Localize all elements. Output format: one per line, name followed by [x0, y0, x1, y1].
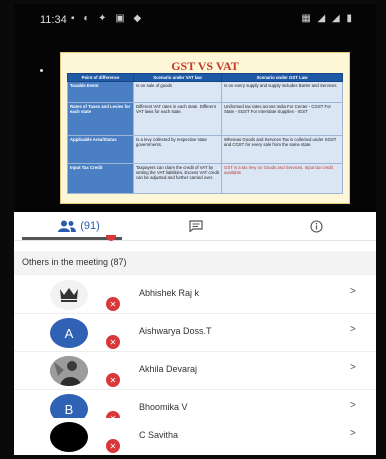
chevron-right-icon[interactable]: >: [350, 286, 356, 297]
chevron-right-icon[interactable]: >: [350, 428, 356, 439]
tab-chat[interactable]: [174, 212, 218, 240]
comparison-table: Point of difference Scenario under VAT l…: [67, 73, 343, 194]
table-cell: Is a levy collected by respective state …: [133, 135, 222, 164]
mic-off-icon: ✕: [106, 439, 120, 453]
table-cell: Applicable Area/Status: [67, 135, 134, 164]
table-cell: Is on sale of goods: [133, 81, 222, 103]
status-time: 11:34: [40, 14, 67, 26]
info-icon: [309, 219, 323, 233]
avatar: [50, 422, 88, 452]
table-cell: Is on every supply and supply includes B…: [221, 81, 343, 103]
participant-name: Akhila Devaraj: [139, 364, 198, 374]
table-cell: Uniformed tax rates across India For Cen…: [221, 102, 343, 136]
presentation-slide: GST VS VAT Point of difference Scenario …: [60, 52, 350, 204]
table-cell: Rates of Taxes and Levies for each state: [67, 102, 134, 136]
people-count: (91): [80, 220, 100, 232]
status-bar: 11:34 ▪ ◐ ✦ ▣ ◆ ▦ ◢ ◢ ▮: [14, 4, 376, 34]
table-cell: Different VAT rates in each state. Diffe…: [133, 102, 222, 136]
section-title: Others in the meeting (87): [22, 257, 127, 267]
mic-off-icon: ✕: [106, 297, 120, 311]
cursor-dot: [40, 69, 43, 72]
participant-row[interactable]: ✕ Akhila Devaraj >: [14, 352, 376, 389]
participant-name: Aishwarya Doss.T: [139, 326, 212, 336]
meeting-screen: 11:34 ▪ ◐ ✦ ▣ ◆ ▦ ◢ ◢ ▮ GST VS VAT Point…: [14, 4, 376, 455]
signal-battery-icons: ▦ ◢ ◢ ▮: [301, 13, 354, 24]
photo-avatar-icon: [50, 356, 88, 386]
avatar: A: [50, 318, 88, 348]
chevron-right-icon[interactable]: >: [350, 324, 356, 335]
tab-info[interactable]: [294, 212, 338, 240]
participant-row[interactable]: A ✕ Aishwarya Doss.T >: [14, 314, 376, 351]
participant-name: Abhishek Raj k: [139, 288, 200, 298]
table-header: Scenario under GST Law: [221, 73, 343, 82]
table-header: Scenario under VAT law: [133, 73, 222, 82]
chevron-right-icon[interactable]: >: [350, 400, 356, 411]
table-header: Point of difference: [67, 73, 134, 82]
mic-off-icon: ✕: [106, 335, 120, 349]
table-cell: Taxpayers can claim the credit of VAT by…: [133, 163, 222, 194]
slide-title: GST VS VAT: [171, 59, 239, 73]
tab-people[interactable]: (91): [44, 212, 114, 240]
avatar-letter: A: [64, 325, 74, 341]
table-cell: GST is a tax levy on Goods and Services.…: [221, 163, 343, 194]
people-icon: [58, 220, 77, 232]
table-cell: Input Tax Credit: [67, 163, 134, 194]
crown-logo-icon: [60, 288, 78, 302]
notification-icons: ▪ ◐ ✦ ▣ ◆: [71, 13, 145, 24]
chevron-right-icon[interactable]: >: [350, 362, 356, 373]
avatar: [50, 356, 88, 386]
participant-name: C Savitha: [139, 430, 179, 440]
table-cell: Whereas Goods and Services Tax is collec…: [221, 135, 343, 164]
mic-off-icon: ✕: [106, 373, 120, 387]
table-cell: Taxable Event: [67, 81, 134, 103]
participant-row[interactable]: ✕ C Savitha >: [14, 418, 376, 455]
section-header: Others in the meeting (87): [14, 251, 376, 275]
avatar: [50, 280, 88, 310]
phone-frame: 11:34 ▪ ◐ ✦ ▣ ◆ ▦ ◢ ◢ ▮ GST VS VAT Point…: [0, 0, 386, 459]
shared-screen-video[interactable]: 11:34 ▪ ◐ ✦ ▣ ◆ ▦ ◢ ◢ ▮ GST VS VAT Point…: [14, 4, 376, 212]
chat-icon: [189, 220, 203, 232]
participant-row[interactable]: ✕ Abhishek Raj k >: [14, 276, 376, 313]
participant-name: Bhoomika V: [139, 402, 188, 412]
